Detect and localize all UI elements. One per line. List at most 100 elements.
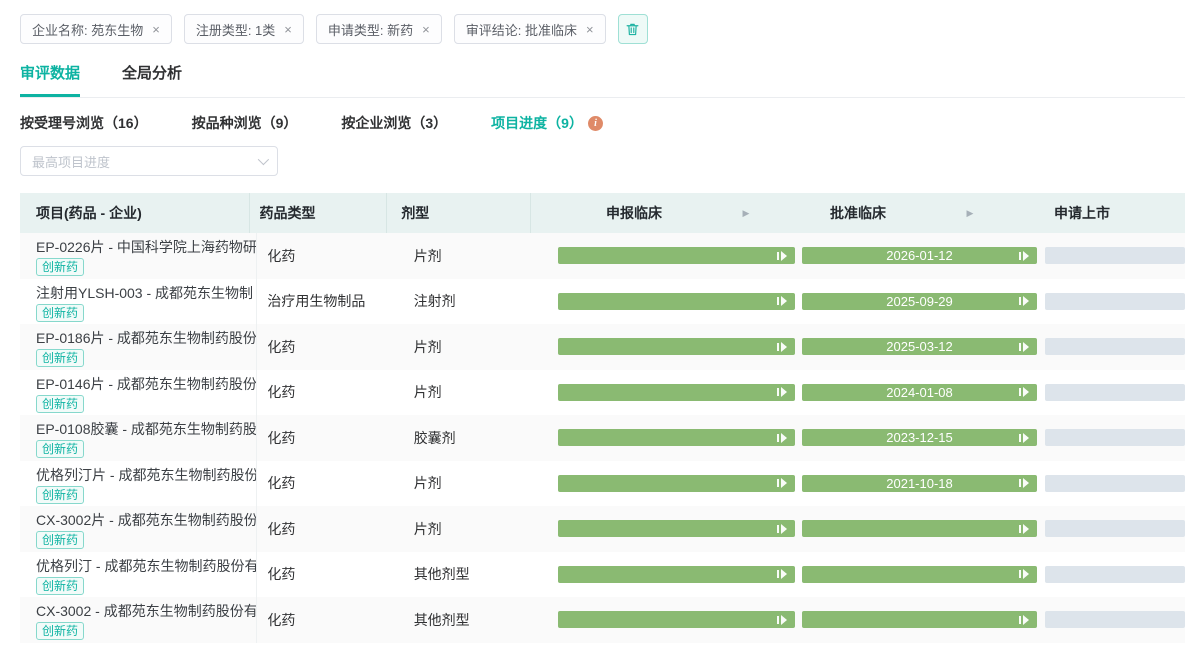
table-row[interactable]: EP-0186片 - 成都苑东生物制药股份 创新药 化药 片剂 2025-03-… [20, 324, 1185, 370]
remove-filter-icon[interactable]: × [586, 23, 594, 36]
project-cell: EP-0146片 - 成都苑东生物制药股份 创新药 [20, 370, 257, 416]
project-name: 优格列汀片 - 成都苑东生物制药股份 [36, 466, 248, 485]
approve-date: 2025-09-29 [886, 294, 953, 309]
col-header-project: 项目(药品 - 企业) [20, 193, 250, 233]
max-progress-select[interactable]: 最高项目进度 [20, 146, 278, 176]
declare-clinical-bar[interactable] [558, 429, 795, 446]
tab-review-data[interactable]: 审评数据 [20, 62, 80, 97]
col-header-declare-clinical: 申报临床 [531, 203, 737, 223]
approve-date: 2025-03-12 [886, 339, 953, 354]
declare-clinical-bar[interactable] [558, 293, 795, 310]
apply-market-bar [1045, 384, 1185, 401]
step-forward-icon [1019, 387, 1030, 397]
subtab-by-company[interactable]: 按企业浏览（3） [341, 113, 447, 133]
project-cell: 优格列汀 - 成都苑东生物制药股份有 创新药 [20, 552, 257, 598]
step-forward-icon [1019, 342, 1030, 352]
subtab-by-acceptance-no[interactable]: 按受理号浏览（16） [20, 113, 148, 133]
drug-type-cell: 化药 [257, 428, 399, 448]
approve-clinical-bar[interactable]: 2023-12-15 [802, 429, 1037, 446]
table-row[interactable]: EP-0146片 - 成都苑东生物制药股份 创新药 化药 片剂 2024-01-… [20, 370, 1185, 416]
step-forward-icon [777, 387, 788, 397]
innovation-badge: 创新药 [36, 577, 84, 595]
table-row[interactable]: CX-3002片 - 成都苑东生物制药股份 创新药 化药 片剂 [20, 506, 1185, 552]
step-forward-icon [777, 433, 788, 443]
project-name: EP-0186片 - 成都苑东生物制药股份 [36, 329, 248, 348]
col-header-approve-clinical: 批准临床 [755, 203, 961, 223]
table-row[interactable]: 优格列汀 - 成都苑东生物制药股份有 创新药 化药 其他剂型 [20, 552, 1185, 598]
approve-clinical-bar[interactable] [802, 611, 1037, 628]
remove-filter-icon[interactable]: × [284, 23, 292, 36]
sub-tabbar: 按受理号浏览（16） 按品种浏览（9） 按企业浏览（3） 项目进度（9） i [20, 113, 1185, 133]
filter-tag-label: 申请类型: 新药 [328, 20, 413, 39]
declare-clinical-bar[interactable] [558, 611, 795, 628]
step-forward-icon [777, 342, 788, 352]
tab-global-analysis[interactable]: 全局分析 [122, 62, 182, 97]
approve-clinical-bar[interactable] [802, 566, 1037, 583]
filter-tag-company[interactable]: 企业名称: 苑东生物 × [20, 14, 172, 44]
filter-tag-label: 审评结论: 批准临床 [466, 20, 577, 39]
step-forward-icon [777, 296, 788, 306]
table-row[interactable]: 注射用YLSH-003 - 成都苑东生物制 创新药 治疗用生物制品 注射剂 20… [20, 279, 1185, 325]
stage-arrow-icon: ▶ [737, 208, 755, 219]
progress-table: 项目(药品 - 企业) 药品类型 剂型 申报临床 ▶ 批准临床 ▶ 申请上市 E… [20, 193, 1185, 643]
approve-clinical-bar[interactable]: 2024-01-08 [802, 384, 1037, 401]
approve-clinical-bar[interactable]: 2025-09-29 [802, 293, 1037, 310]
dosage-form-cell: 片剂 [400, 473, 548, 493]
apply-market-bar [1045, 611, 1185, 628]
drug-type-cell: 化药 [257, 473, 399, 493]
select-placeholder: 最高项目进度 [32, 152, 110, 171]
clear-all-filters-button[interactable] [618, 14, 648, 44]
approve-clinical-bar[interactable]: 2025-03-12 [802, 338, 1037, 355]
apply-market-bar [1045, 293, 1185, 310]
remove-filter-icon[interactable]: × [152, 23, 160, 36]
step-forward-icon [1019, 251, 1030, 261]
declare-clinical-bar[interactable] [558, 384, 795, 401]
declare-clinical-bar[interactable] [558, 247, 795, 264]
apply-market-bar [1045, 520, 1185, 537]
declare-clinical-bar[interactable] [558, 475, 795, 492]
table-row[interactable]: 优格列汀片 - 成都苑东生物制药股份 创新药 化药 片剂 2021-10-18 [20, 461, 1185, 507]
declare-clinical-bar[interactable] [558, 338, 795, 355]
dosage-form-cell: 注射剂 [400, 291, 548, 311]
dosage-form-cell: 片剂 [400, 519, 548, 539]
drug-type-cell: 化药 [257, 610, 399, 630]
approve-clinical-bar[interactable] [802, 520, 1037, 537]
apply-market-bar [1045, 566, 1185, 583]
step-forward-icon [777, 524, 788, 534]
apply-market-bar [1045, 247, 1185, 264]
project-cell: EP-0226片 - 中国科学院上海药物研 创新药 [20, 233, 257, 279]
approve-date: 2024-01-08 [886, 385, 953, 400]
subtab-project-progress[interactable]: 项目进度（9） i [491, 113, 603, 133]
declare-clinical-bar[interactable] [558, 520, 795, 537]
info-icon[interactable]: i [588, 116, 603, 131]
step-forward-icon [1019, 524, 1030, 534]
filter-tag-register-type[interactable]: 注册类型: 1类 × [184, 14, 304, 44]
table-row[interactable]: EP-0108胶囊 - 成都苑东生物制药股 创新药 化药 胶囊剂 2023-12… [20, 415, 1185, 461]
subtab-by-variety[interactable]: 按品种浏览（9） [192, 113, 298, 133]
filter-tag-label: 企业名称: 苑东生物 [32, 20, 143, 39]
project-name: 注射用YLSH-003 - 成都苑东生物制 [36, 284, 248, 303]
dosage-form-cell: 其他剂型 [400, 564, 548, 584]
step-forward-icon [777, 251, 788, 261]
approve-clinical-bar[interactable]: 2021-10-18 [802, 475, 1037, 492]
subtab-label: 项目进度（9） [491, 113, 583, 133]
dosage-form-cell: 胶囊剂 [400, 428, 548, 448]
innovation-badge: 创新药 [36, 622, 84, 640]
filter-tag-apply-type[interactable]: 申请类型: 新药 × [316, 14, 442, 44]
table-row[interactable]: EP-0226片 - 中国科学院上海药物研 创新药 化药 片剂 2026-01-… [20, 233, 1185, 279]
apply-market-bar [1045, 429, 1185, 446]
innovation-badge: 创新药 [36, 531, 84, 549]
table-row[interactable]: CX-3002 - 成都苑东生物制药股份有 创新药 化药 其他剂型 [20, 597, 1185, 643]
col-header-dosage-form: 剂型 [387, 193, 531, 233]
declare-clinical-bar[interactable] [558, 566, 795, 583]
project-cell: EP-0108胶囊 - 成都苑东生物制药股 创新药 [20, 415, 257, 461]
step-forward-icon [777, 569, 788, 579]
remove-filter-icon[interactable]: × [422, 23, 430, 36]
approve-clinical-bar[interactable]: 2026-01-12 [802, 247, 1037, 264]
filter-tag-review-result[interactable]: 审评结论: 批准临床 × [454, 14, 606, 44]
project-cell: 注射用YLSH-003 - 成都苑东生物制 创新药 [20, 279, 257, 325]
approve-date: 2023-12-15 [886, 430, 953, 445]
trash-icon [625, 22, 640, 37]
project-cell: EP-0186片 - 成都苑东生物制药股份 创新药 [20, 324, 257, 370]
approve-date: 2021-10-18 [886, 476, 953, 491]
